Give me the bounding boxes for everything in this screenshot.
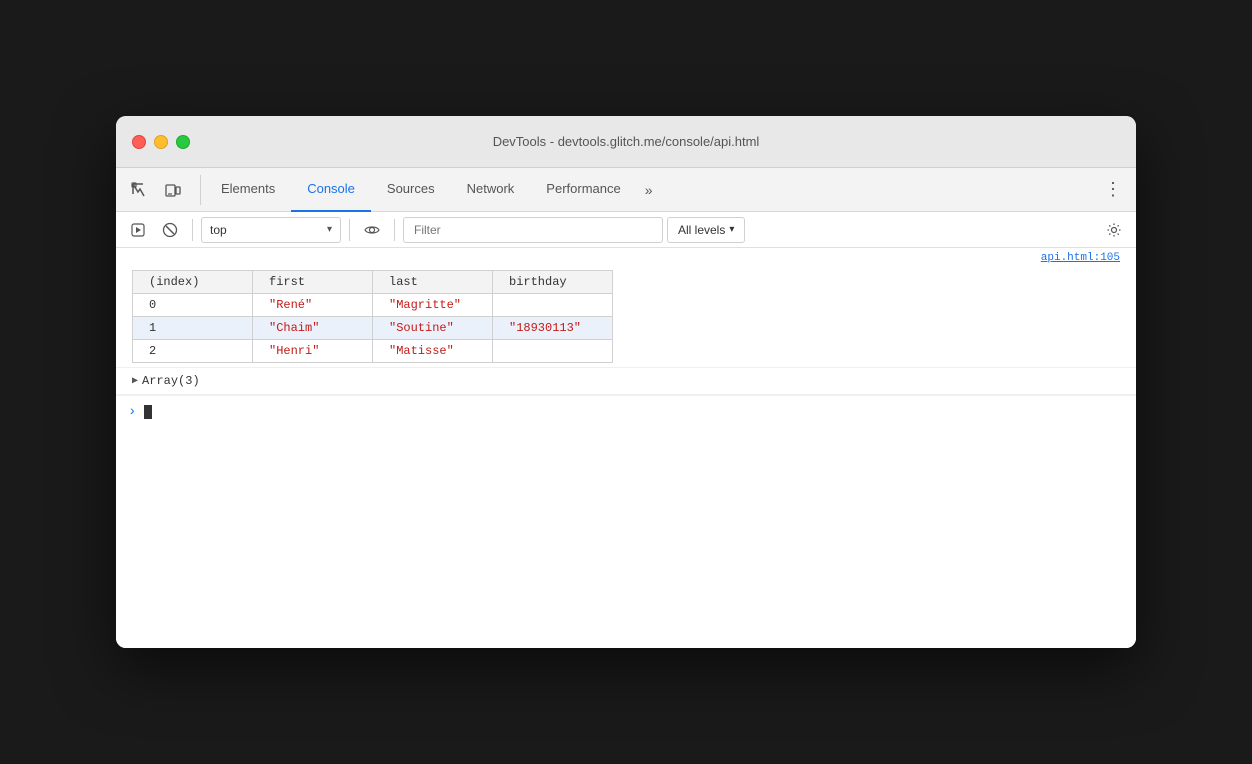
table-cell-last: "Matisse" <box>373 340 493 363</box>
console-input-row: › <box>116 395 1136 428</box>
traffic-lights <box>132 135 190 149</box>
eye-icon[interactable] <box>358 216 386 244</box>
table-cell-first: "Chaim" <box>253 317 373 340</box>
clear-console-button[interactable] <box>156 216 184 244</box>
table-row: 1 <box>133 317 253 340</box>
expand-arrow-icon: ▶ <box>132 375 138 387</box>
context-selector[interactable]: top ▾ <box>201 217 341 243</box>
toolbar-separator-3 <box>394 219 395 241</box>
window-title: DevTools - devtools.glitch.me/console/ap… <box>493 134 760 149</box>
tab-overflow-button[interactable]: » <box>637 168 661 212</box>
tab-performance[interactable]: Performance <box>530 168 636 212</box>
table-cell-first: "René" <box>253 294 373 317</box>
source-reference[interactable]: api.html:105 <box>116 248 1136 266</box>
devtools-body: Elements Console Sources Network Perform… <box>116 168 1136 648</box>
table-cell-birthday <box>493 340 613 363</box>
tab-network[interactable]: Network <box>451 168 531 212</box>
table-row: 0 <box>133 294 253 317</box>
console-cursor <box>144 405 152 419</box>
close-button[interactable] <box>132 135 146 149</box>
settings-button[interactable] <box>1100 216 1128 244</box>
levels-arrow-icon: ▾ <box>729 224 734 235</box>
toolbar-separator-2 <box>349 219 350 241</box>
console-table: (index) first last birthday 0"René""Magr… <box>132 270 613 363</box>
console-table-container: (index) first last birthday 0"René""Magr… <box>116 266 1136 368</box>
context-arrow-icon: ▾ <box>327 224 332 235</box>
devtools-window: DevTools - devtools.glitch.me/console/ap… <box>116 116 1136 648</box>
tab-sources[interactable]: Sources <box>371 168 451 212</box>
table-cell-last: "Magritte" <box>373 294 493 317</box>
tab-icon-group <box>124 175 201 205</box>
col-header-index: (index) <box>133 271 253 294</box>
table-cell-birthday <box>493 294 613 317</box>
table-cell-first: "Henri" <box>253 340 373 363</box>
tab-console[interactable]: Console <box>291 168 371 212</box>
console-toolbar: top ▾ All levels ▾ <box>116 212 1136 248</box>
col-header-last: last <box>373 271 493 294</box>
run-script-button[interactable] <box>124 216 152 244</box>
col-header-birthday: birthday <box>493 271 613 294</box>
minimize-button[interactable] <box>154 135 168 149</box>
toolbar-separator-1 <box>192 219 193 241</box>
table-row: 2 <box>133 340 253 363</box>
device-icon[interactable] <box>158 175 188 205</box>
filter-input[interactable] <box>403 217 663 243</box>
tab-elements[interactable]: Elements <box>205 168 291 212</box>
prompt-icon: › <box>128 404 136 420</box>
array-expand-row[interactable]: ▶ Array(3) <box>116 368 1136 395</box>
inspect-icon[interactable] <box>124 175 154 205</box>
maximize-button[interactable] <box>176 135 190 149</box>
log-levels-button[interactable]: All levels ▾ <box>667 217 745 243</box>
table-cell-last: "Soutine" <box>373 317 493 340</box>
table-cell-birthday: "18930113" <box>493 317 613 340</box>
array-label: Array(3) <box>142 374 200 388</box>
col-header-first: first <box>253 271 373 294</box>
more-options-button[interactable]: ⋮ <box>1098 175 1128 205</box>
titlebar: DevTools - devtools.glitch.me/console/ap… <box>116 116 1136 168</box>
tabs-bar: Elements Console Sources Network Perform… <box>116 168 1136 212</box>
console-output: api.html:105 (index) first last birthday… <box>116 248 1136 648</box>
